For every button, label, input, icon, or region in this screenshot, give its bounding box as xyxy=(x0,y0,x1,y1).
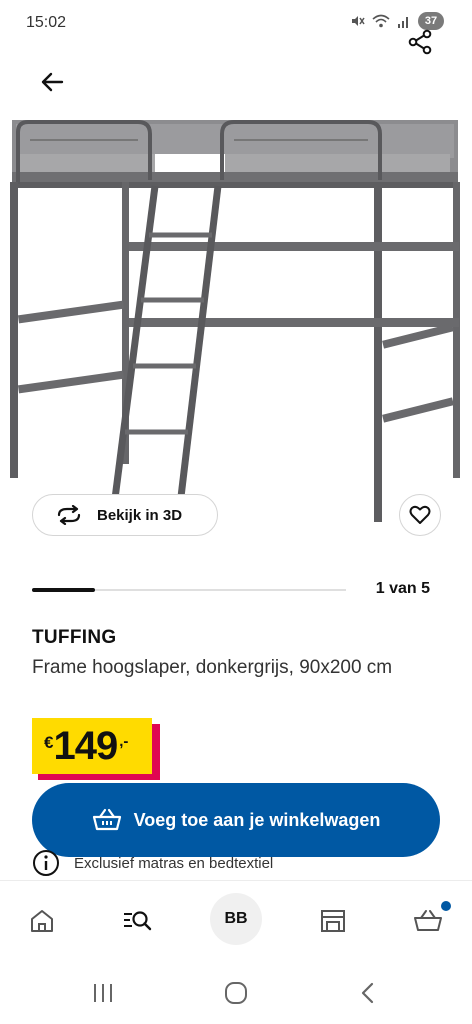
product-name: TUFFING xyxy=(32,627,117,648)
product-description: Frame hoogslaper, donkergrijs, 90x200 cm xyxy=(32,657,393,678)
info-text: Exclusief matras en bedtextiel xyxy=(74,854,274,872)
search-icon xyxy=(124,911,152,931)
info-row[interactable]: Exclusief matras en bedtextiel xyxy=(32,849,273,877)
carousel-progress-fill xyxy=(32,588,95,592)
price-amount: 149 xyxy=(53,724,118,768)
share-button[interactable] xyxy=(406,28,434,56)
price-decimals: ,- xyxy=(119,733,129,750)
arrow-left-icon xyxy=(41,72,64,92)
view-3d-button[interactable]: Bekijk in 3D xyxy=(32,494,218,536)
avatar[interactable]: BB xyxy=(210,893,262,945)
nav-stores[interactable] xyxy=(313,901,353,941)
nav-home[interactable] xyxy=(22,901,62,941)
status-bar: 15:02 37 xyxy=(0,0,472,44)
product-image[interactable] xyxy=(0,110,472,530)
wifi-icon xyxy=(372,14,390,28)
signal-icon xyxy=(398,17,408,28)
heart-icon xyxy=(409,505,431,524)
home-circle-icon xyxy=(225,982,247,1004)
system-navigation xyxy=(0,960,472,1024)
mute-icon xyxy=(352,16,365,26)
status-time: 15:02 xyxy=(26,14,67,31)
add-to-cart-label: Voeg toe aan je winkelwagen xyxy=(133,809,381,830)
system-back-button[interactable] xyxy=(353,978,383,1008)
back-button[interactable] xyxy=(36,66,68,98)
view-3d-label: Bekijk in 3D xyxy=(97,506,183,524)
home-icon xyxy=(31,910,53,932)
basket-icon xyxy=(414,910,442,931)
nav-search[interactable] xyxy=(118,901,158,941)
price-currency: € xyxy=(44,733,54,752)
carousel-counter: 1 van 5 xyxy=(375,580,430,597)
share-icon xyxy=(408,29,432,55)
favorite-button[interactable] xyxy=(399,494,441,536)
loft-bed-illustration xyxy=(10,120,460,523)
home-button[interactable] xyxy=(221,978,251,1008)
carousel-progress xyxy=(32,588,346,592)
chevron-left-icon xyxy=(361,982,374,1004)
add-to-cart-button[interactable]: Voeg toe aan je winkelwagen xyxy=(32,783,440,857)
bottom-navigation: BB xyxy=(0,880,472,960)
info-icon xyxy=(33,850,59,876)
price-box: € 149 ,- xyxy=(32,718,152,774)
price-tag: € 149 ,- xyxy=(32,718,160,780)
basket-icon xyxy=(92,808,121,831)
recents-icon xyxy=(94,984,112,1002)
rotate-3d-icon xyxy=(57,505,81,525)
cart-badge-dot xyxy=(441,901,451,911)
store-icon xyxy=(321,910,345,932)
recents-button[interactable] xyxy=(88,978,118,1008)
